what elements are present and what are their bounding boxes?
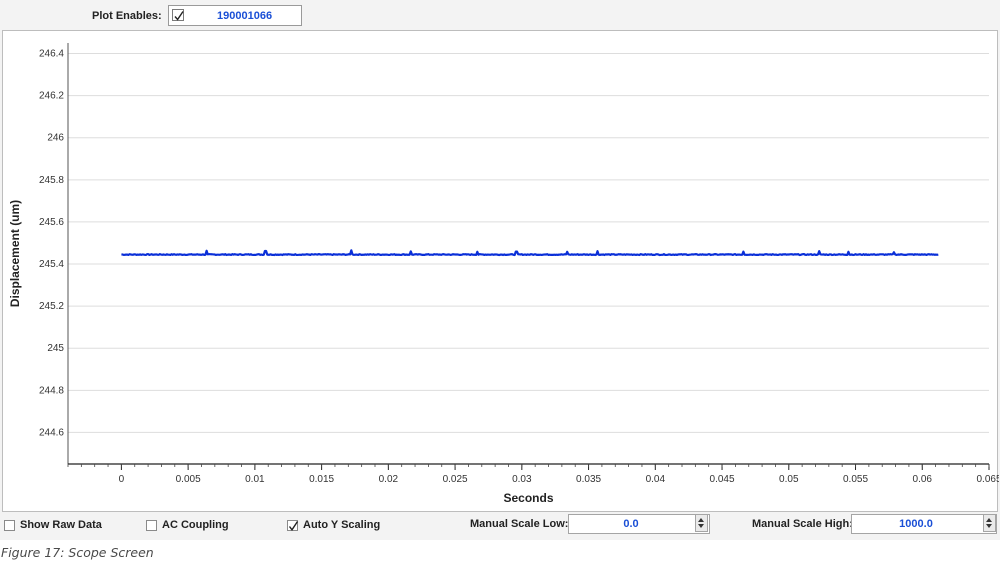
x-tick-label: 0.055 <box>843 474 868 485</box>
y-tick-label: 245.2 <box>39 301 64 312</box>
manual-scale-low-label: Manual Scale Low: <box>470 518 569 530</box>
ac-coupling-label: AC Coupling <box>162 519 229 531</box>
scope-options-bar: Show Raw Data AC Coupling Auto Y Scaling… <box>0 512 1000 540</box>
manual-scale-high-value: 1000.0 <box>899 518 933 530</box>
auto-y-scaling-checkbox[interactable] <box>287 519 299 531</box>
show-raw-data-label: Show Raw Data <box>20 519 102 531</box>
y-tick-label: 245.8 <box>39 175 64 186</box>
y-tick-label: 246.2 <box>39 91 64 102</box>
y-tick-label: 246 <box>47 133 64 144</box>
scope-window: Plot Enables: 190001066 244.6 244.8 245 245… <box>0 0 1000 540</box>
manual-scale-low-value: 0.0 <box>623 518 639 530</box>
ac-coupling-checkbox[interactable] <box>146 519 157 531</box>
manual-scale-high-input[interactable]: 1000.0 <box>851 514 997 534</box>
x-axis-title: Seconds <box>503 491 553 505</box>
manual-scale-low-input[interactable]: 0.0 <box>568 514 710 534</box>
plot-enables-bar: Plot Enables: 190001066 <box>0 0 1000 30</box>
y-tick-label: 245.6 <box>39 217 64 228</box>
y-tick-label: 245 <box>47 343 64 354</box>
plot-enables-label: Plot Enables: <box>92 10 162 22</box>
x-tick-label: 0 <box>119 474 125 485</box>
x-tick-label: 0.045 <box>710 474 735 485</box>
x-tick-label: 0.04 <box>646 474 666 485</box>
auto-y-scaling-label: Auto Y Scaling <box>303 519 381 531</box>
x-tick-label: 0.025 <box>443 474 468 485</box>
plot-area: 244.6 244.8 245 245.2 245.4 245.6 245.8 246 246.… <box>2 30 999 512</box>
manual-scale-low-spinner[interactable] <box>695 514 708 532</box>
x-tick-label: 0.005 <box>176 474 201 485</box>
manual-scale-high-label: Manual Scale High: <box>752 518 853 530</box>
x-tick-label: 0.05 <box>779 474 799 485</box>
x-tick-label: 0.02 <box>379 474 399 485</box>
manual-scale-high-spinner[interactable] <box>983 514 996 532</box>
y-tick-label: 245.4 <box>39 259 64 270</box>
spin-down-icon[interactable] <box>698 524 704 528</box>
y-axis-title: Displacement (um) <box>8 200 22 307</box>
x-tick-label: 0.01 <box>245 474 265 485</box>
show-raw-data-checkbox[interactable] <box>4 519 15 531</box>
checkmark-icon <box>288 520 299 531</box>
y-tick-label: 246.4 <box>39 49 64 60</box>
figure-caption: Figure 17: Scope Screen <box>1 545 154 560</box>
displacement-chart: 244.6 244.8 245 245.2 245.4 245.6 245.8 246 246.… <box>8 43 999 505</box>
y-tick-label: 244.6 <box>39 427 64 438</box>
auto-y-scaling-option[interactable]: Auto Y Scaling <box>287 518 380 532</box>
spin-down-icon[interactable] <box>986 524 992 528</box>
device-id-label: 190001066 <box>217 10 273 22</box>
x-tick-label: 0.06 <box>913 474 933 485</box>
x-tick-label: 0.03 <box>512 474 532 485</box>
x-tick-label: 0.065 <box>976 474 999 485</box>
checkmark-icon <box>174 11 184 21</box>
y-tick-label: 244.8 <box>39 385 64 396</box>
spin-up-icon[interactable] <box>986 518 992 522</box>
x-tick-label: 0.015 <box>309 474 334 485</box>
x-tick-label: 0.035 <box>576 474 601 485</box>
show-raw-data-option[interactable]: Show Raw Data <box>4 518 102 532</box>
spin-up-icon[interactable] <box>698 518 704 522</box>
device-enable-checkbox[interactable] <box>172 9 184 21</box>
plot-enables-list: 190001066 <box>168 5 302 26</box>
displacement-series-line <box>121 249 939 257</box>
ac-coupling-option[interactable]: AC Coupling <box>146 518 229 532</box>
